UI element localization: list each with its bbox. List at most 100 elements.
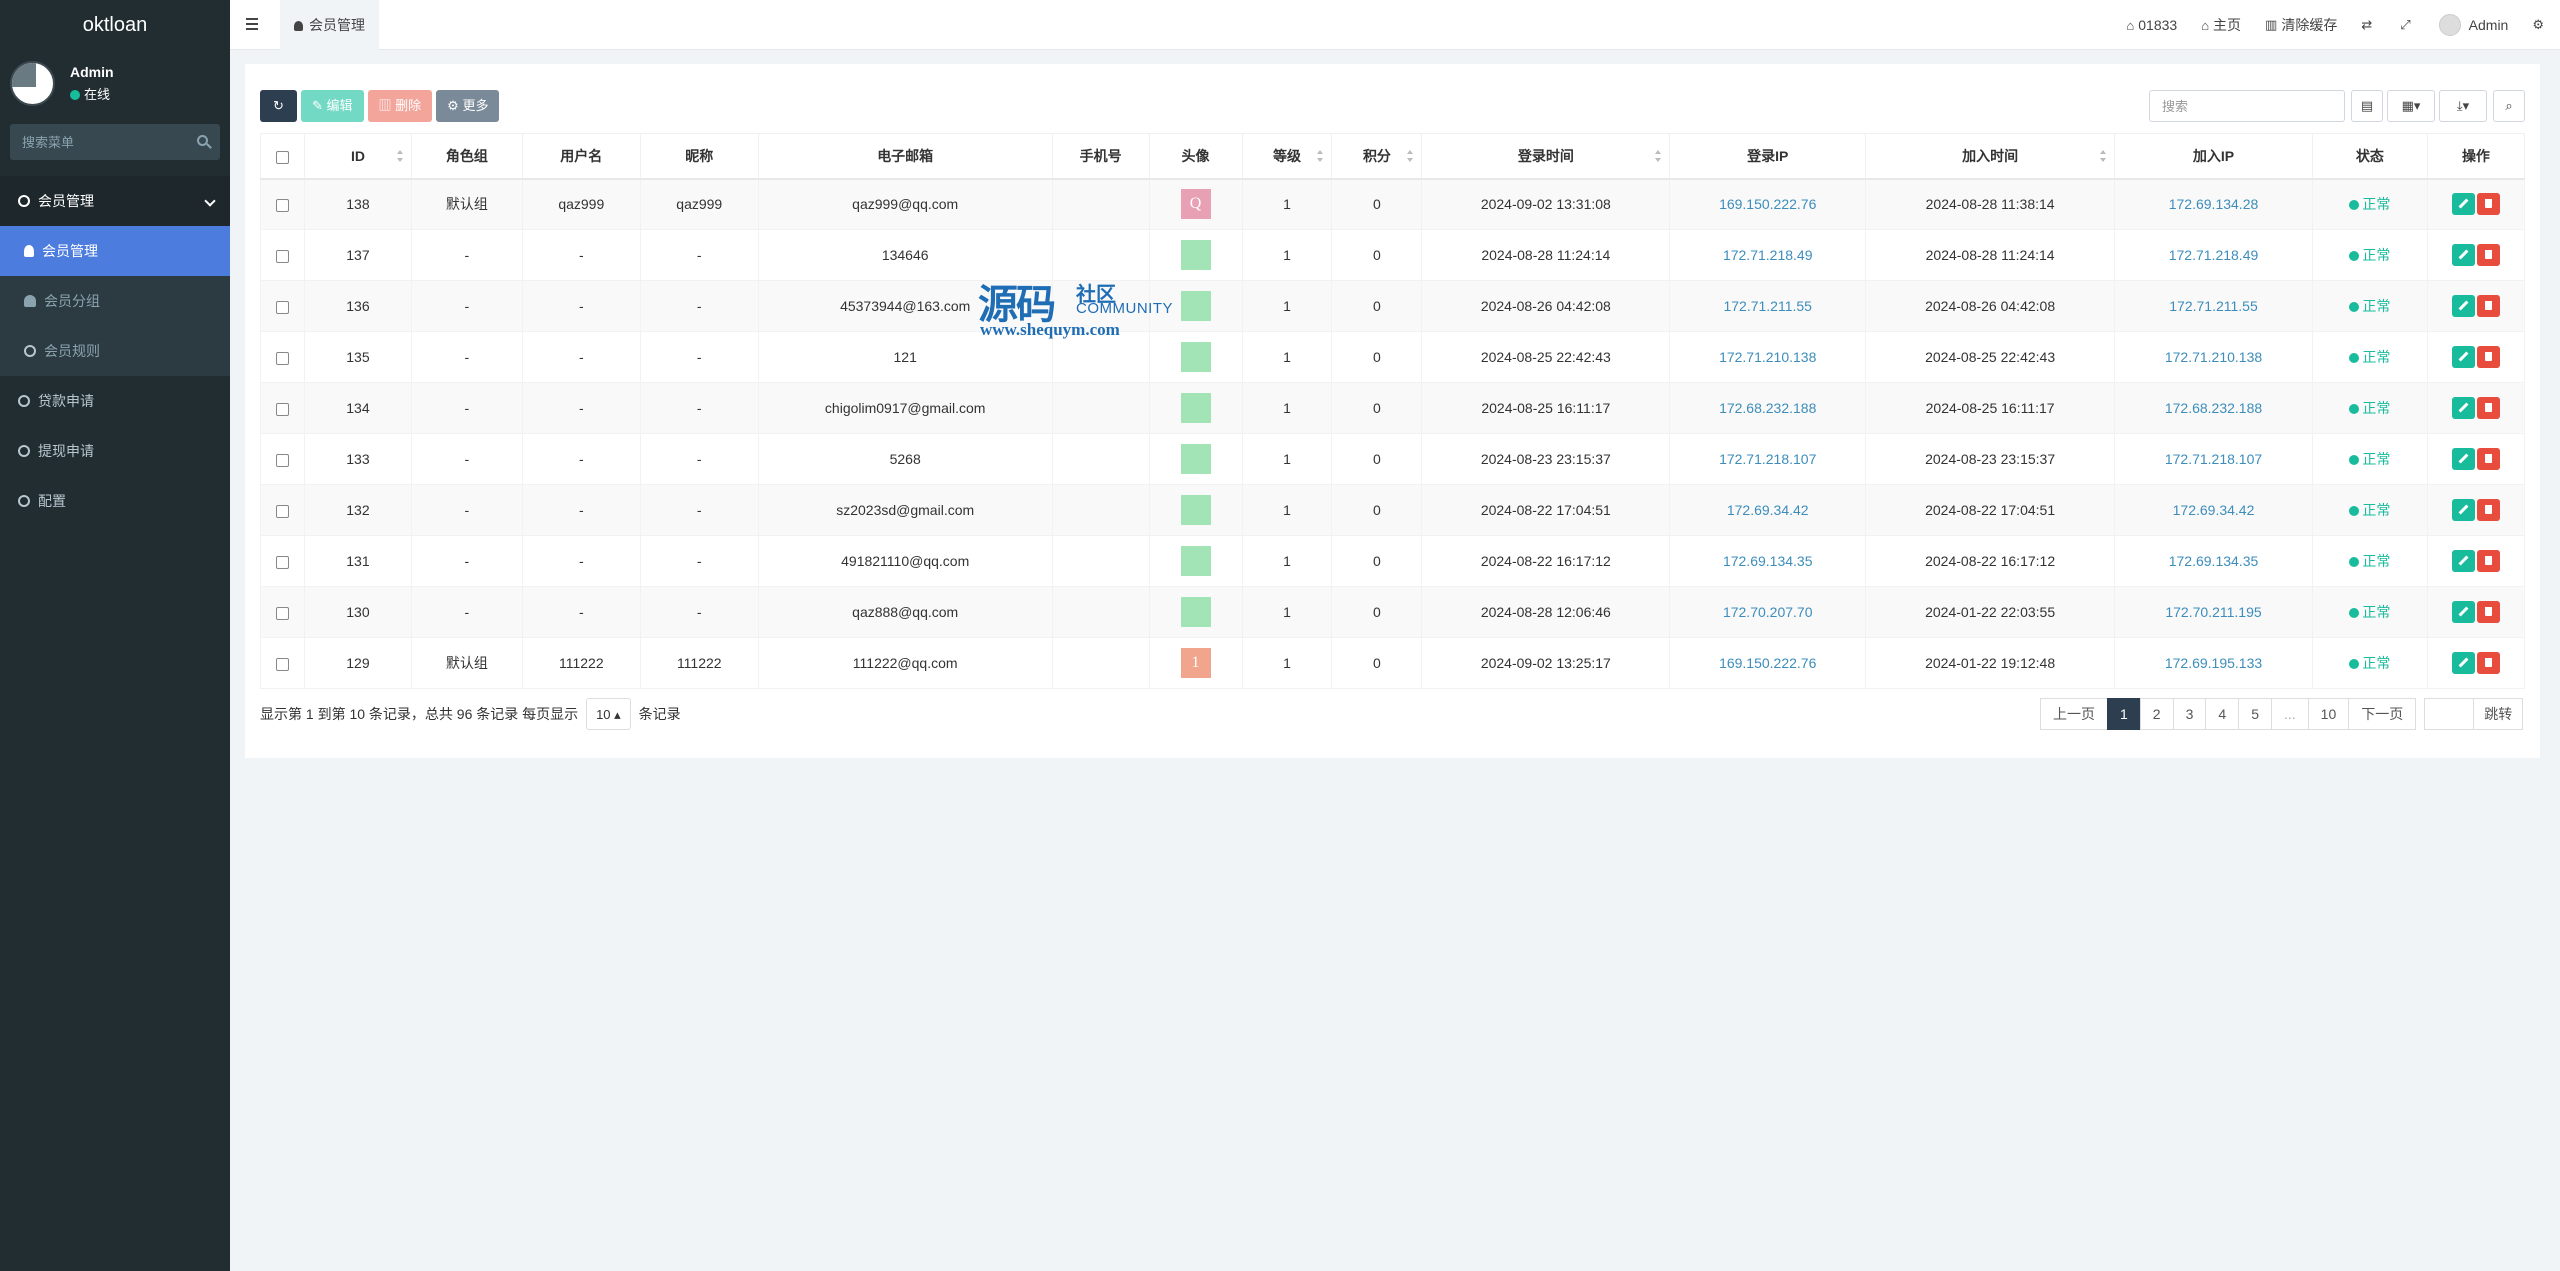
row-checkbox[interactable] xyxy=(275,606,289,620)
row-delete-button[interactable] xyxy=(2476,346,2500,368)
ip-link[interactable]: 172.70.207.70 xyxy=(1723,604,1813,620)
row-edit-button[interactable] xyxy=(2451,499,2475,521)
row-checkbox[interactable] xyxy=(275,351,289,365)
select-all-checkbox[interactable] xyxy=(275,150,289,164)
settings-button[interactable]: ⚙ xyxy=(2520,17,2560,33)
admin-menu[interactable]: Admin xyxy=(2427,14,2521,36)
sidebar-item-loan[interactable]: 贷款申请 xyxy=(0,376,230,426)
column-header[interactable]: 积分 xyxy=(1331,133,1423,180)
row-delete-button[interactable] xyxy=(2476,601,2500,623)
table-search-input[interactable] xyxy=(2149,90,2345,122)
advanced-search-button[interactable]: ⌕ xyxy=(2493,90,2525,122)
fullscreen-button[interactable]: ⤢ xyxy=(2388,17,2426,33)
column-header[interactable]: 加入时间 xyxy=(1865,133,2116,180)
row-edit-button[interactable] xyxy=(2451,448,2475,470)
edit-button[interactable]: ✎ 编辑 xyxy=(301,90,364,122)
table-row[interactable]: 132- - - sz2023sd@gmail.com 1 0 2024-08-22 17:… xyxy=(260,484,2526,536)
row-edit-button[interactable] xyxy=(2451,550,2475,572)
sidebar-item-member-manage[interactable]: 会员管理 xyxy=(0,226,230,276)
row-checkbox[interactable] xyxy=(275,249,289,263)
export-button[interactable]: ⤓▾ xyxy=(2439,90,2487,122)
page-number-button[interactable]: 2 xyxy=(2139,698,2174,730)
sidebar-item-withdraw[interactable]: 提现申请 xyxy=(0,426,230,476)
row-edit-button[interactable] xyxy=(2451,193,2475,216)
row-delete-button[interactable] xyxy=(2476,550,2500,572)
tab-member-manage[interactable]: 会员管理 xyxy=(280,0,379,50)
row-edit-button[interactable] xyxy=(2451,397,2475,419)
row-delete-button[interactable] xyxy=(2476,193,2500,216)
next-page-button[interactable]: 下一页 xyxy=(2348,698,2417,730)
table-row[interactable]: 130- - - qaz888@qq.com 1 0 2024-08-28 12:06:46… xyxy=(260,586,2526,638)
table-row[interactable]: 134- - - chigolim0917@gmail.com 1 0 2024-08-25… xyxy=(260,382,2526,434)
columns-button[interactable]: ▦▾ xyxy=(2387,90,2435,122)
ip-link[interactable]: 172.68.232.188 xyxy=(2165,400,2262,416)
ip-link[interactable]: 172.71.210.138 xyxy=(1719,349,1816,365)
menu-toggle-icon[interactable] xyxy=(246,18,258,30)
row-edit-button[interactable] xyxy=(2451,601,2475,623)
column-header[interactable]: 登录时间 xyxy=(1421,133,1671,180)
row-checkbox[interactable] xyxy=(275,199,289,213)
row-checkbox[interactable] xyxy=(275,402,289,416)
ip-link[interactable]: 172.69.195.133 xyxy=(2165,655,2262,671)
refresh-button[interactable]: ↻ xyxy=(260,90,297,122)
sidebar-item-member-group[interactable]: 会员分组 xyxy=(0,276,230,326)
table-row[interactable]: 131- - -491821110@qq.com 1 0 2024-08-22 16:17… xyxy=(260,535,2526,587)
ip-link[interactable]: 172.69.134.28 xyxy=(2169,196,2259,212)
ip-link[interactable]: 172.71.211.55 xyxy=(1723,298,1812,314)
prev-page-button[interactable]: 上一页 xyxy=(2040,698,2108,730)
ip-link[interactable]: 172.70.211.195 xyxy=(2165,604,2261,620)
ip-link[interactable]: 172.71.218.49 xyxy=(2169,247,2259,263)
table-row[interactable]: 138 默认组 qaz999 qaz999 qaz999@qq.com Q 1 0 2024-0… xyxy=(260,178,2526,230)
column-header[interactable]: ID xyxy=(303,133,412,180)
ip-link[interactable]: 172.71.218.107 xyxy=(1719,451,1816,467)
topbar-link-home[interactable]: ⌂ 主页 xyxy=(2189,15,2253,35)
sidebar-item-member-rule[interactable]: 会员规则 xyxy=(0,326,230,376)
row-delete-button[interactable] xyxy=(2476,244,2500,266)
search-icon[interactable] xyxy=(197,135,208,146)
delete-button[interactable]: ▥ 删除 xyxy=(367,90,433,122)
ip-link[interactable]: 169.150.222.76 xyxy=(1719,196,1816,212)
ip-link[interactable]: 172.69.34.42 xyxy=(2173,502,2255,518)
row-delete-button[interactable] xyxy=(2476,499,2500,521)
row-delete-button[interactable] xyxy=(2476,397,2500,419)
column-header[interactable]: 等级 xyxy=(1241,133,1333,180)
table-row[interactable]: 136- - -45373944@163.com 1 0 2024-08-26 04:42… xyxy=(260,280,2526,332)
language-button[interactable]: ⇄ xyxy=(2349,17,2388,33)
brand-logo[interactable]: oktloan xyxy=(0,0,230,50)
ip-link[interactable]: 172.71.218.49 xyxy=(1723,247,1813,263)
row-edit-button[interactable] xyxy=(2451,244,2475,266)
row-edit-button[interactable] xyxy=(2451,346,2475,368)
ip-link[interactable]: 172.69.134.35 xyxy=(2169,553,2259,569)
table-row[interactable]: 133- - -5268 1 0 2024-08-23 23:15:37 172.71.21… xyxy=(260,433,2526,485)
ip-link[interactable]: 172.71.211.55 xyxy=(2169,298,2258,314)
page-size-select[interactable]: 10 ▴ xyxy=(586,698,631,730)
jump-page-input[interactable] xyxy=(2424,698,2475,730)
table-row[interactable]: 135- - -121 1 0 2024-08-25 22:42:43 172.71.210… xyxy=(260,331,2526,383)
sidebar-item-config[interactable]: 配置 xyxy=(0,476,230,526)
row-delete-button[interactable] xyxy=(2476,448,2500,470)
table-row[interactable]: 129 默认组 111222 111222 111222@qq.com 1 1 0 2024-0… xyxy=(260,637,2526,689)
row-edit-button[interactable] xyxy=(2451,652,2475,674)
more-button[interactable]: ⚙ 更多 xyxy=(436,90,500,122)
jump-button[interactable]: 跳转 xyxy=(2473,698,2524,730)
row-checkbox[interactable] xyxy=(275,657,289,671)
row-edit-button[interactable] xyxy=(2451,295,2475,317)
ip-link[interactable]: 169.150.222.76 xyxy=(1719,655,1816,671)
page-number-button[interactable]: 5 xyxy=(2238,698,2272,730)
row-checkbox[interactable] xyxy=(275,555,289,569)
topbar-link-clear-cache[interactable]: ▥ 清除缓存 xyxy=(2253,15,2349,35)
ip-link[interactable]: 172.68.232.188 xyxy=(1719,400,1816,416)
row-checkbox[interactable] xyxy=(275,504,289,518)
ip-link[interactable]: 172.69.34.42 xyxy=(1727,502,1809,518)
ip-link[interactable]: 172.71.218.107 xyxy=(2165,451,2262,467)
row-delete-button[interactable] xyxy=(2476,295,2500,317)
toggle-view-button[interactable]: ▤ xyxy=(2351,90,2383,122)
table-row[interactable]: 137- - -134646 1 0 2024-08-28 11:24:14 172.71.… xyxy=(260,229,2526,281)
sidebar-item-member-group-head[interactable]: 会员管理 xyxy=(0,176,230,226)
row-delete-button[interactable] xyxy=(2476,652,2500,674)
ip-link[interactable]: 172.71.210.138 xyxy=(2165,349,2262,365)
topbar-link-01833[interactable]: ⌂ 01833 xyxy=(2114,17,2189,33)
page-number-button[interactable]: 3 xyxy=(2172,698,2207,730)
row-checkbox[interactable] xyxy=(275,453,289,467)
ip-link[interactable]: 172.69.134.35 xyxy=(1723,553,1813,569)
